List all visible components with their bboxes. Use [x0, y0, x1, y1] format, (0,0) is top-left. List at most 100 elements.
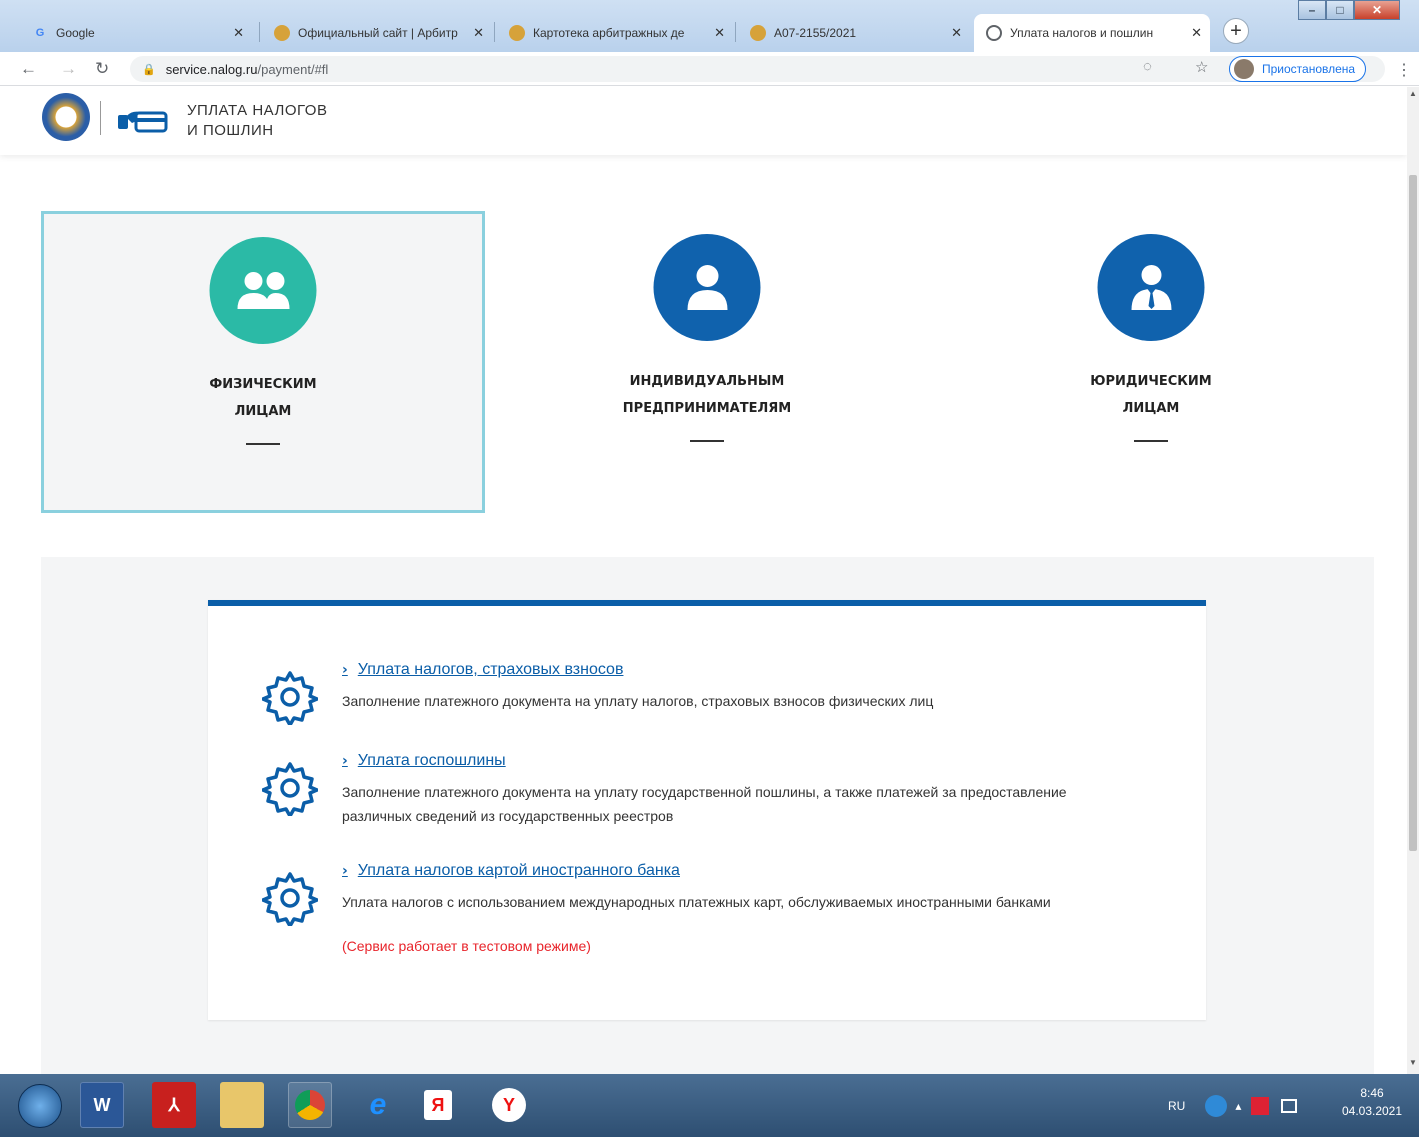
site-header: УПЛАТА НАЛОГОВ И ПОШЛИН: [0, 87, 1407, 155]
start-button[interactable]: [18, 1084, 62, 1128]
payment-card-icon: [118, 111, 168, 133]
scroll-down-icon[interactable]: ▼: [1407, 1058, 1419, 1072]
payer-categories: ФИЗИЧЕСКИМ ЛИЦАМ ИНДИВИДУАЛЬНЫМ ПРЕДПРИН…: [0, 211, 1407, 513]
category-individuals[interactable]: ФИЗИЧЕСКИМ ЛИЦАМ: [41, 211, 485, 513]
tab-title: Google: [56, 26, 95, 40]
eye-off-icon[interactable]: ◌: [1143, 58, 1152, 75]
yandex-icon[interactable]: Я: [424, 1090, 452, 1120]
close-tab-icon[interactable]: ✕: [1191, 25, 1202, 41]
category-label: ЮРИДИЧЕСКИМ ЛИЦАМ: [929, 368, 1373, 422]
site-title-line1: УПЛАТА НАЛОГОВ: [187, 102, 328, 119]
category-label-line1: ИНДИВИДУАЛЬНЫМ: [629, 374, 785, 389]
tray-expand-icon[interactable]: ▴: [1235, 1099, 1241, 1113]
gear-icon: [262, 762, 318, 816]
tab-case[interactable]: А07-2155/2021 ✕: [738, 14, 970, 52]
service-description: Уплата налогов с использованием междунар…: [342, 894, 1051, 910]
tab-kad-arbitr[interactable]: Картотека арбитражных де ✕: [497, 14, 733, 52]
page-content: УПЛАТА НАЛОГОВ И ПОШЛИН ФИЗИЧЕСКИМ ЛИЦАМ: [0, 87, 1407, 1074]
user-icon: [653, 234, 761, 341]
tab-title: Картотека арбитражных де: [533, 26, 685, 40]
google-icon: G: [35, 27, 45, 39]
address-bar: ← → ↻ 🔒 service.nalog.ru/payment/#fl ◌ ☆…: [0, 52, 1419, 86]
tab-title: А07-2155/2021: [774, 26, 857, 40]
pay-taxes-link[interactable]: › Уплата налогов, страховых взносов: [342, 661, 623, 679]
service-description: Заполнение платежного документа на уплат…: [342, 784, 1067, 824]
help-icon[interactable]: [1205, 1094, 1228, 1117]
url-host: service.nalog.ru: [165, 61, 258, 77]
clock-date: 04.03.2021: [1341, 1104, 1403, 1118]
avatar: [1234, 59, 1254, 79]
category-legal-entities[interactable]: ЮРИДИЧЕСКИМ ЛИЦАМ: [929, 211, 1373, 513]
clock-time: 8:46: [1360, 1086, 1384, 1100]
profile-button[interactable]: Приостановлена: [1229, 56, 1367, 82]
back-icon[interactable]: ←: [20, 59, 37, 79]
window-controls: – □ ✕: [1298, 0, 1400, 22]
url-path: /payment/#fl: [257, 61, 329, 77]
globe-icon: [986, 25, 1002, 41]
two-users-icon: [209, 237, 317, 344]
emblem-icon: [274, 25, 290, 41]
system-tray: RU ▴: [1168, 1074, 1298, 1137]
emblem-icon: [509, 25, 525, 41]
page-scrollbar[interactable]: ▲ ▼: [1407, 87, 1419, 1074]
service-link-text: Уплата налогов картой иностранного банка: [357, 862, 680, 879]
divider: [690, 440, 724, 442]
chrome-icon[interactable]: [288, 1082, 332, 1128]
tab-payment[interactable]: Уплата налогов и пошлин ✕: [974, 14, 1210, 52]
yandex-browser-icon[interactable]: Y: [492, 1088, 526, 1122]
site-title[interactable]: УПЛАТА НАЛОГОВ И ПОШЛИН: [187, 101, 327, 141]
taskbar-clock[interactable]: 8:46 04.03.2021: [1333, 1084, 1411, 1120]
star-icon[interactable]: ☆: [1195, 58, 1208, 76]
gear-icon: [262, 671, 318, 725]
category-entrepreneurs[interactable]: ИНДИВИДУАЛЬНЫМ ПРЕДПРИНИМАТЕЛЯМ: [485, 211, 929, 513]
fns-emblem-icon[interactable]: [42, 93, 90, 141]
menu-icon[interactable]: ⋮: [1396, 60, 1412, 80]
service-link-text: Уплата налогов, страховых взносов: [357, 661, 624, 678]
category-label: ФИЗИЧЕСКИМ ЛИЦАМ: [44, 371, 482, 425]
word-icon[interactable]: W: [80, 1082, 124, 1128]
chevron-right-icon: ›: [342, 753, 348, 769]
close-tab-icon[interactable]: ✕: [714, 25, 725, 41]
explorer-folder-icon[interactable]: [220, 1082, 264, 1128]
forward-icon[interactable]: →: [60, 59, 77, 79]
close-window-button[interactable]: ✕: [1354, 0, 1400, 20]
chevron-right-icon: ›: [342, 863, 348, 879]
internet-explorer-icon[interactable]: e: [356, 1082, 400, 1128]
logo-divider: [100, 101, 101, 135]
profile-label: Приостановлена: [1262, 62, 1356, 76]
tab-arbitr-site[interactable]: Официальный сайт | Арбитр ✕: [262, 14, 492, 52]
minimize-button[interactable]: –: [1298, 0, 1326, 20]
windows-taskbar: W ⅄ e Я Y RU ▴ 8:46 04.03.2021: [0, 1074, 1419, 1137]
reload-icon[interactable]: ↻: [95, 59, 109, 79]
category-label-line2: ЛИЦАМ: [1122, 401, 1180, 416]
category-label-line1: ФИЗИЧЕСКИМ: [209, 377, 317, 392]
businessman-icon: [1097, 234, 1205, 341]
category-label-line1: ЮРИДИЧЕСКИМ: [1090, 374, 1212, 389]
chevron-right-icon: ›: [342, 662, 348, 678]
close-tab-icon[interactable]: ✕: [473, 25, 484, 41]
emblem-icon: [750, 25, 766, 41]
pay-state-duty-link[interactable]: › Уплата госпошлины: [342, 752, 506, 770]
acrobat-icon[interactable]: ⅄: [152, 1082, 196, 1128]
network-icon[interactable]: [1281, 1098, 1298, 1113]
gear-icon: [262, 872, 318, 926]
scrollbar-thumb[interactable]: [1409, 175, 1417, 851]
close-tab-icon[interactable]: ✕: [233, 25, 244, 41]
site-title-line2: И ПОШЛИН: [187, 122, 274, 139]
new-tab-button[interactable]: +: [1223, 18, 1249, 44]
maximize-button[interactable]: □: [1326, 0, 1354, 20]
category-label: ИНДИВИДУАЛЬНЫМ ПРЕДПРИНИМАТЕЛЯМ: [485, 368, 929, 422]
pay-foreign-card-link[interactable]: › Уплата налогов картой иностранного банк…: [342, 862, 680, 880]
close-tab-icon[interactable]: ✕: [951, 25, 962, 41]
language-indicator[interactable]: RU: [1168, 1099, 1185, 1113]
browser-tab-bar: G Google ✕ Официальный сайт | Арбитр ✕ К…: [0, 0, 1419, 52]
tab-google[interactable]: G Google ✕: [20, 14, 252, 52]
scroll-up-icon[interactable]: ▲: [1407, 89, 1419, 103]
test-mode-note: (Сервис работает в тестовом режиме): [342, 938, 591, 954]
kaspersky-icon[interactable]: [1251, 1096, 1270, 1115]
tab-title: Уплата налогов и пошлин: [1010, 26, 1154, 40]
service-description: Заполнение платежного документа на уплат…: [342, 693, 934, 709]
tab-title: Официальный сайт | Арбитр: [298, 26, 458, 40]
category-label-line2: ПРЕДПРИНИМАТЕЛЯМ: [622, 401, 792, 416]
service-link-text: Уплата госпошлины: [357, 752, 506, 769]
